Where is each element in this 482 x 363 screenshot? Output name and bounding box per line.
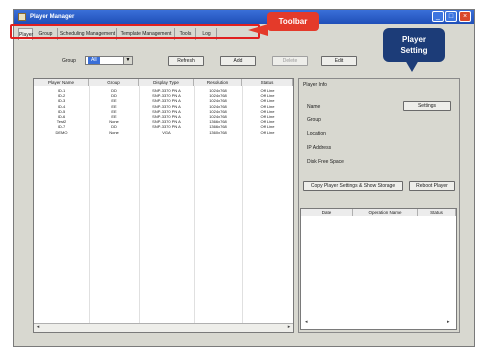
chevron-down-icon[interactable]: ▼ <box>123 57 132 64</box>
minimize-button[interactable]: _ <box>432 11 444 22</box>
operation-log-list[interactable]: Date Operation Name Status ◂ ▸ <box>300 208 457 330</box>
player-setting-callout-line2: Setting <box>400 46 428 55</box>
app-icon <box>18 13 26 21</box>
add-button[interactable]: Add <box>220 56 256 66</box>
field-group: Group <box>307 117 321 123</box>
edit-button[interactable]: Edit <box>321 56 357 66</box>
col-operation-name[interactable]: Operation Name <box>353 209 418 216</box>
table-cell: None <box>109 129 119 135</box>
refresh-button[interactable]: Refresh <box>168 56 204 66</box>
field-name: Name <box>307 104 321 110</box>
toolbar-highlight <box>10 24 260 39</box>
copy-player-settings-button[interactable]: Copy Player Settings & Show Storage <box>303 181 403 191</box>
delete-button[interactable]: Delete <box>272 56 308 66</box>
scroll-right-icon[interactable]: ▸ <box>447 319 450 325</box>
group-select[interactable]: All ▼ <box>85 56 133 65</box>
table-cell: Off Line <box>260 129 275 135</box>
horizontal-scrollbar[interactable]: ◂ ▸ <box>34 323 293 332</box>
title-bar: Player Manager _ □ × <box>14 10 474 24</box>
group-label: Group <box>62 58 76 64</box>
table-cell: DEMO <box>55 129 68 135</box>
player-list[interactable]: Player Name Group Display Type Resolutio… <box>33 78 294 333</box>
table-cell: 1360x768 <box>209 129 227 135</box>
field-disk-free-space: Disk Free Space <box>307 159 344 165</box>
player-setting-callout: Player Setting <box>383 28 445 62</box>
field-ip-address: IP Address <box>307 145 332 151</box>
reboot-player-button[interactable]: Reboot Player <box>409 181 455 191</box>
close-button[interactable]: × <box>459 11 471 22</box>
col-player-name[interactable]: Player Name <box>34 79 89 86</box>
scroll-right-icon[interactable]: ▸ <box>285 324 293 331</box>
table-cell: VGA <box>162 129 171 135</box>
col-status[interactable]: Status <box>242 79 293 86</box>
toolbar-callout: Toolbar <box>267 12 319 31</box>
group-select-value: All <box>88 57 100 64</box>
col-resolution[interactable]: Resolution <box>194 79 242 86</box>
col-display-type[interactable]: Display Type <box>139 79 194 86</box>
toolbar-callout-arrow <box>248 24 268 36</box>
settings-button[interactable]: Settings <box>403 101 451 111</box>
window-title: Player Manager <box>30 14 75 20</box>
maximize-button[interactable]: □ <box>445 11 457 22</box>
scroll-left-icon[interactable]: ◂ <box>305 319 308 325</box>
player-setting-callout-line1: Player <box>401 35 427 44</box>
scroll-left-icon[interactable]: ◂ <box>34 324 42 331</box>
player-info-heading: Player Info <box>303 82 327 88</box>
col-date[interactable]: Date <box>301 209 353 216</box>
col-status[interactable]: Status <box>418 209 456 216</box>
col-group[interactable]: Group <box>89 79 139 86</box>
field-location: Location <box>307 131 326 137</box>
